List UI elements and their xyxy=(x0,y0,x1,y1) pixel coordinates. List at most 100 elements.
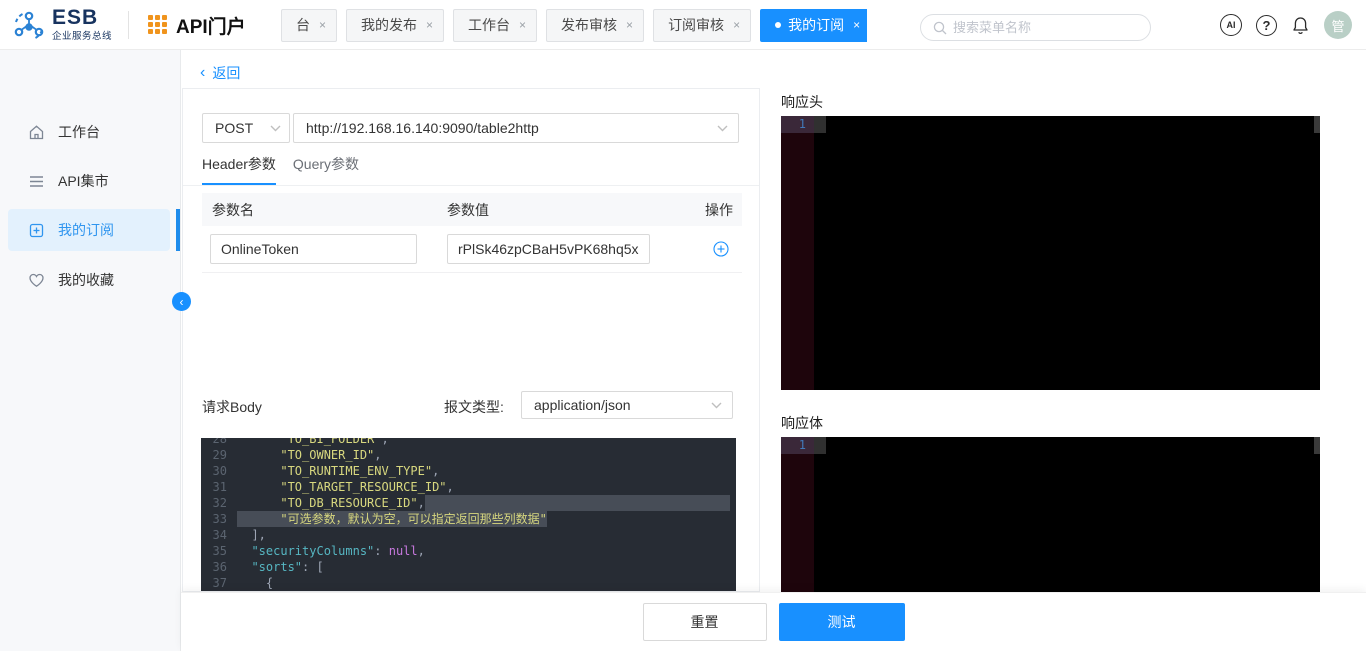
line-number: 34 xyxy=(212,528,227,542)
content-type-select[interactable]: application/json xyxy=(521,391,733,419)
tab-close-icon[interactable]: × xyxy=(626,18,633,32)
response-headers-label: 响应头 xyxy=(781,94,823,110)
request-card: POST http://192.168.16.140:9090/table2ht… xyxy=(182,88,760,592)
response-body-panel: 1 xyxy=(781,437,1320,595)
editor-line-29: 29 "TO_OWNER_ID", xyxy=(201,447,736,463)
sidebar-item-label: 我的订阅 xyxy=(58,222,114,238)
nav-tab-label: 工作台 xyxy=(468,17,511,33)
request-body-editor[interactable]: 28 "TO_BI_FOLDER", 29 "TO_OWNER_ID", 30 "T… xyxy=(201,438,736,591)
back-label: 返回 xyxy=(212,65,241,81)
sidebar: 工作台 API集市我的订阅我的收藏 xyxy=(0,50,181,651)
code-token: "TO_BI_FOLDER" xyxy=(237,438,382,446)
code-token: : [ xyxy=(302,560,324,574)
ai-assistant-icon[interactable]: AI xyxy=(1220,14,1242,36)
param-tabs: Header参数 Query参数 xyxy=(183,154,759,186)
active-tab-dot xyxy=(775,22,782,28)
nav-tab-2[interactable]: 工作台 × xyxy=(453,8,538,42)
editor-line-33: 33 "可选参数，默认为空，可以指定返回那些列数据" xyxy=(201,511,736,527)
editor-line-36: 36 "sorts": [ xyxy=(201,559,736,575)
nav-tab-1[interactable]: 我的发布 × xyxy=(346,8,445,42)
response-gutter xyxy=(781,437,814,595)
search-input[interactable] xyxy=(953,20,1138,35)
sidebar-item-1[interactable]: API集市 xyxy=(8,160,170,202)
tab-close-icon[interactable]: × xyxy=(319,18,326,32)
line-number: 31 xyxy=(212,480,227,494)
chevron-down-icon xyxy=(270,125,281,131)
editor-line-28: 28 "TO_BI_FOLDER", xyxy=(201,438,736,447)
action-footer: 重置 测试 xyxy=(181,592,1366,651)
sidebar-item-label: 我的收藏 xyxy=(58,272,114,288)
code-token: , xyxy=(381,438,389,446)
back-chevron-icon: ‹ xyxy=(200,64,206,81)
column-param-name: 参数名 xyxy=(212,201,254,218)
response-gutter xyxy=(781,116,814,390)
sidebar-item-3[interactable]: 我的收藏 xyxy=(8,259,170,301)
editor-line-37: 37 { xyxy=(201,575,736,591)
nav-tab-label: 订阅审核 xyxy=(668,17,725,33)
response-scrollbar[interactable] xyxy=(1314,116,1320,133)
notification-bell-icon[interactable] xyxy=(1291,16,1310,35)
param-name-input[interactable] xyxy=(210,234,417,264)
response-cursor xyxy=(814,116,826,133)
method-select[interactable]: POST xyxy=(202,113,290,143)
code-token: , xyxy=(446,480,454,494)
editor-line-35: 35 "securityColumns": null, xyxy=(201,543,736,559)
code-token: , xyxy=(432,464,440,478)
line-number: 33 xyxy=(212,512,227,526)
list-icon xyxy=(28,173,45,190)
app-header: ESB 企业服务总线 API门户 台 × 我的发布 × 工作台 × 发布审核 × 订阅审核 × 我的… xyxy=(0,0,1366,50)
column-operation: 操作 xyxy=(705,201,733,218)
code-token: "sorts" xyxy=(251,560,303,574)
editor-lines: 28 "TO_BI_FOLDER", 29 "TO_OWNER_ID", 30 "T… xyxy=(201,438,736,591)
selection-highlight xyxy=(424,495,730,511)
response-line-number: 1 xyxy=(781,437,814,454)
url-select[interactable]: http://192.168.16.140:9090/table2http xyxy=(293,113,739,143)
menu-search[interactable] xyxy=(920,14,1151,41)
sidebar-collapse-button[interactable]: ‹ xyxy=(172,292,191,311)
search-icon xyxy=(933,21,947,34)
nav-tab-label: 我的订阅 xyxy=(788,17,845,33)
tab-close-icon[interactable]: × xyxy=(853,18,860,32)
content-type-value: application/json xyxy=(534,397,631,413)
response-cursor xyxy=(814,437,826,454)
param-value-input[interactable] xyxy=(447,234,650,264)
line-number: 36 xyxy=(212,560,227,574)
back-link[interactable]: ‹ 返回 xyxy=(200,63,240,83)
heart-icon xyxy=(28,272,45,289)
line-number: 29 xyxy=(212,448,227,462)
home-icon xyxy=(28,124,45,141)
subscribe-icon xyxy=(28,222,45,239)
editor-line-30: 30 "TO_RUNTIME_ENV_TYPE", xyxy=(201,463,736,479)
sidebar-item-label: 工作台 xyxy=(58,124,100,140)
tab-header-params[interactable]: Header参数 xyxy=(202,154,276,185)
esb-logo-icon xyxy=(14,11,44,39)
tab-query-params[interactable]: Query参数 xyxy=(293,154,359,185)
help-icon[interactable]: ? xyxy=(1256,14,1277,36)
user-avatar[interactable]: 管 xyxy=(1324,11,1352,39)
code-token: "TO_DB_RESOURCE_ID" xyxy=(237,496,418,510)
editor-line-34: 34 ], xyxy=(201,527,736,543)
esb-logo: ESB 企业服务总线 xyxy=(12,7,112,42)
content-type-label: 报文类型: xyxy=(444,399,504,415)
reset-button[interactable]: 重置 xyxy=(642,603,767,641)
request-body-label: 请求Body xyxy=(202,399,262,415)
tab-close-icon[interactable]: × xyxy=(733,18,740,32)
response-scrollbar[interactable] xyxy=(1314,437,1320,454)
param-table-row xyxy=(202,226,742,273)
nav-tab-4[interactable]: 订阅审核 × xyxy=(653,8,752,42)
tab-close-icon[interactable]: × xyxy=(426,18,433,32)
response-line-number: 1 xyxy=(781,116,814,133)
tab-close-icon[interactable]: × xyxy=(519,18,526,32)
nav-tab-0[interactable]: 台 × xyxy=(281,8,338,42)
code-token: "securityColumns" xyxy=(251,544,375,558)
response-body-label: 响应体 xyxy=(781,415,823,431)
nav-tab-5[interactable]: 我的订阅 × xyxy=(760,8,867,42)
code-token: { xyxy=(237,576,274,590)
nav-tab-3[interactable]: 发布审核 × xyxy=(546,8,645,42)
test-button[interactable]: 测试 xyxy=(778,603,905,641)
sidebar-item-0[interactable]: 工作台 xyxy=(8,111,170,153)
chevron-down-icon xyxy=(711,402,722,408)
add-param-button[interactable] xyxy=(713,241,729,257)
sidebar-item-2[interactable]: 我的订阅 xyxy=(8,209,170,251)
